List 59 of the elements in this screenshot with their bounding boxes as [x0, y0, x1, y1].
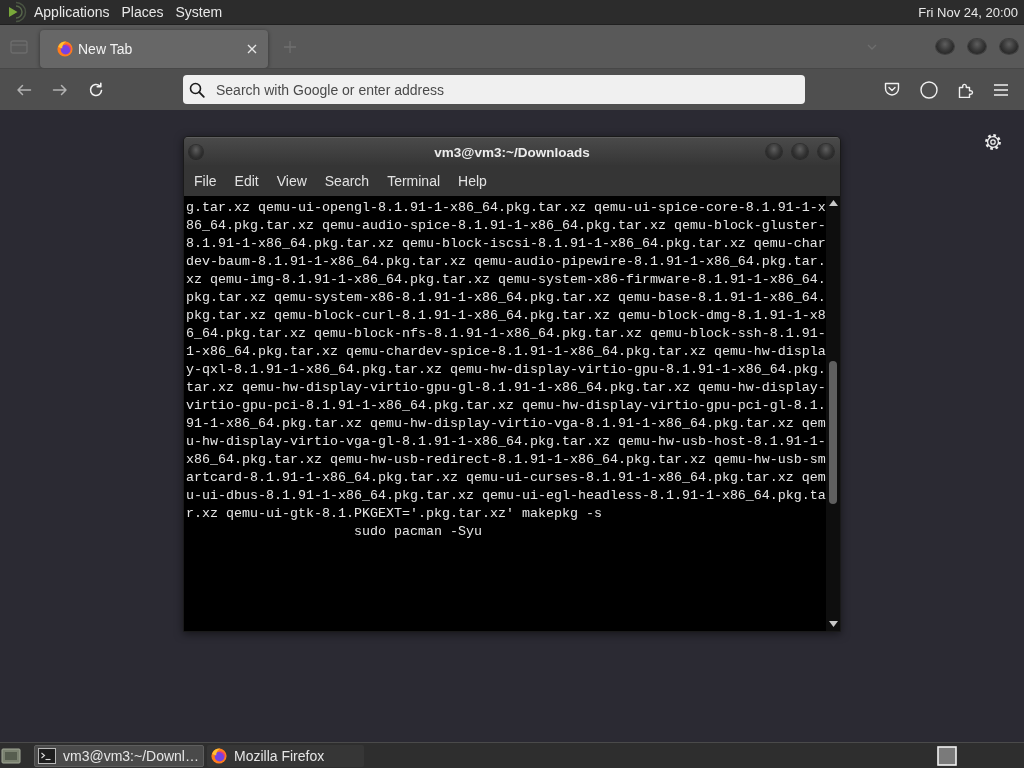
search-icon: [189, 81, 205, 98]
reload-icon[interactable]: [88, 81, 104, 98]
settings-icon[interactable]: [984, 133, 1002, 151]
scroll-down-icon[interactable]: [828, 621, 838, 627]
terminal-line: artcard-8.1.91-1-x86_64.pkg.tar.xz qemu-ui-curses-8.1.91-1-x86_64.pkg.tar.xz qem: [186, 470, 826, 485]
terminal-line: u-hw-display-virtio-vga-gl-8.1.91-1-x86_64.pkg.tar.xz qemu-hw-usb-host-8.1.91-1-: [186, 434, 826, 449]
terminal-line: dev-baum-8.1.91-1-x86_64.pkg.tar.xz qemu-audio-pipewire-8.1.91-1-x86_64.pkg.tar.: [186, 254, 826, 269]
pocket-icon[interactable]: [884, 82, 900, 97]
terminal-line: 6_64.pkg.tar.xz qemu-block-nfs-8.1.91-1-x86_64.pkg.tar.xz qemu-block-ssh-8.1.91-: [186, 326, 826, 341]
window-button[interactable]: [968, 39, 986, 54]
menu-item[interactable]: View: [267, 172, 316, 189]
menu-item[interactable]: Terminal: [378, 172, 450, 189]
terminal-line: g.tar.xz qemu-ui-opengl-8.1.91-1-x86_64.pkg.tar.xz qemu-ui-spice-core-8.1.91-1-x: [186, 200, 826, 215]
browser-icon: [210, 747, 227, 764]
logo-icon[interactable]: [6, 1, 28, 23]
terminal-line: virtio-gpu-pci-8.1.91-1-x86_64.pkg.tar.xz qemu-hw-display-virtio-gpu-pci-gl-8.1.: [186, 398, 826, 413]
terminal-line: x86_64.pkg.tar.xz qemu-hw-usb-redirect-8.1.91-1-x86_64.pkg.tar.xz qemu-hw-usb-sm: [186, 452, 826, 467]
clock: Fri Nov 24, 20:00: [918, 4, 1019, 20]
window-button[interactable]: [818, 144, 834, 159]
terminal-line: pkg.tar.xz qemu-block-curl-8.1.91-1-x86_64.pkg.tar.xz qemu-block-dmg-8.1.91-1-x8: [186, 308, 826, 323]
extensions-icon[interactable]: [958, 81, 974, 98]
scroll-up-icon[interactable]: [828, 200, 838, 206]
window-button[interactable]: [1000, 39, 1018, 54]
panel-menu[interactable]: System: [175, 4, 223, 20]
terminal-line: y-qxl-8.1.91-1-x86_64.pkg.tar.xz qemu-hw-display-virtio-gpu-8.1.91-1-x86_64.pkg.: [186, 362, 826, 377]
terminal-line: u-ui-dbus-8.1.91-1-x86_64.pkg.tar.xz qemu-ui-egl-headless-8.1.91-1-x86_64.pkg.ta: [186, 488, 826, 503]
terminal-line: pkg.tar.xz qemu-system-x86-8.1.91-1-x86_64.pkg.tar.xz qemu-base-8.1.91-1-x86_64.: [186, 290, 826, 305]
menu-item[interactable]: Help: [449, 172, 496, 189]
tab[interactable]: New Tab: [40, 29, 268, 68]
terminal-line: 91-1-x86_64.pkg.tar.xz qemu-hw-display-virtio-vga-8.1.91-1-x86_64.pkg.tar.xz qem: [186, 416, 826, 431]
window-menu-button[interactable]: [189, 144, 203, 159]
taskbar-button[interactable]: vm3@vm3:~/Downl…: [34, 744, 204, 767]
terminal-line: tar.xz qemu-hw-display-virtio-gpu-gl-8.1.91-1-x86_64.pkg.tar.xz qemu-hw-display-: [186, 380, 826, 395]
terminal-line: xz qemu-img-8.1.91-1-x86_64.pkg.tar.xz qemu-system-x86-firmware-8.1.91-1-x86_64.: [186, 272, 826, 287]
circle-icon[interactable]: [920, 80, 938, 99]
terminal-line: 86_64.pkg.tar.xz qemu-audio-spice-8.1.91-1-x86_64.pkg.tar.xz qemu-block-gluster-: [186, 218, 826, 233]
terminal-line: r.xz qemu-ui-gtk-8.1.PKGEXT='.pkg.tar.xz' makepkg -s: [186, 506, 602, 521]
scrollbar[interactable]: [825, 196, 840, 631]
terminal-line: 8.1.91-1-x86_64.pkg.tar.xz qemu-block-iscsi-8.1.91-1-x86_64.pkg.tar.xz qemu-char: [186, 236, 826, 251]
browser-icon: [57, 40, 73, 57]
menu-icon[interactable]: [994, 83, 1008, 96]
panel-menu[interactable]: Applications: [34, 4, 110, 20]
panel-menu[interactable]: Places: [121, 4, 164, 20]
window-title: vm3@vm3:~/Downloads: [434, 144, 590, 160]
address-field[interactable]: Search with Google or enter address: [183, 75, 805, 104]
desktop-icon[interactable]: [1, 746, 21, 765]
window-button[interactable]: [936, 39, 954, 54]
menu-item[interactable]: File: [185, 172, 226, 189]
menu-item[interactable]: Edit: [225, 172, 268, 189]
close-icon[interactable]: [247, 43, 257, 54]
window-button[interactable]: [766, 144, 782, 159]
terminal-line: sudo pacman -Syu: [353, 524, 482, 539]
terminal-line: 1-x86_64.pkg.tar.xz qemu-chardev-spice-8.1.91-1-x86_64.pkg.tar.xz qemu-hw-displa: [186, 344, 826, 359]
terminal-icon: [38, 747, 56, 764]
taskbar-button[interactable]: Mozilla Firefox: [206, 744, 364, 767]
menu-item[interactable]: Search: [315, 172, 379, 189]
scrollbar-thumb[interactable]: [829, 361, 838, 504]
window-button[interactable]: [792, 144, 808, 159]
workspace-icon[interactable]: [937, 745, 957, 766]
